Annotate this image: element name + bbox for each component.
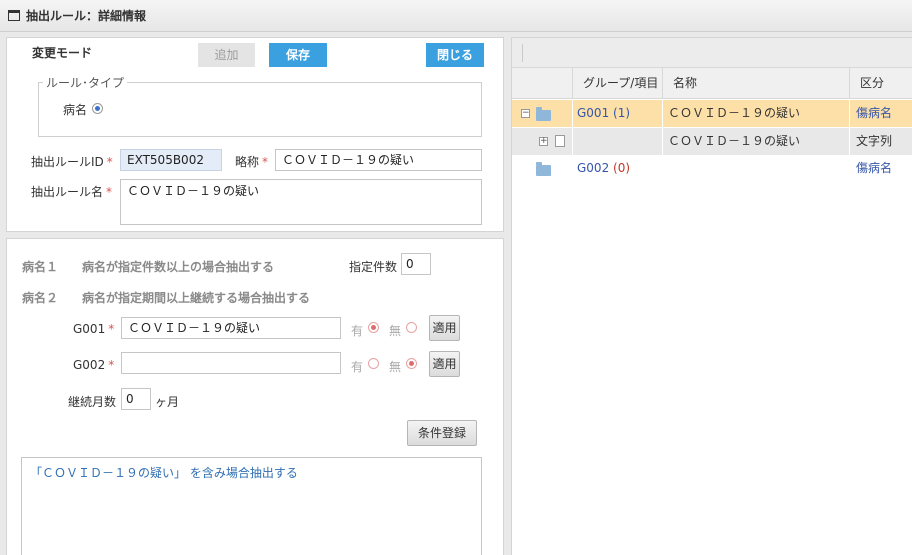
- months-unit: ヶ月: [155, 395, 180, 409]
- window-icon: [8, 10, 20, 21]
- cond1-text: 病名が指定件数以上の場合抽出する: [82, 260, 275, 274]
- g002-no-label: 無: [389, 360, 402, 374]
- grid-toolbar: [512, 38, 912, 68]
- row-kubun: 傷病名: [856, 161, 893, 175]
- expand-icon[interactable]: +: [539, 137, 548, 146]
- cond2-text: 病名が指定期間以上継続する場合抽出する: [82, 291, 311, 305]
- row-code: G002 (0): [577, 161, 631, 175]
- cond1-number: 病名１: [22, 260, 59, 274]
- mode-label: 変更モード: [32, 46, 93, 60]
- abbrev-label: 略称 *: [235, 155, 269, 169]
- count-label: 指定件数: [349, 260, 398, 274]
- count-field[interactable]: 0: [401, 253, 431, 275]
- row-name: ＣＯＶＩＤ－１９の疑い: [668, 134, 801, 148]
- collapse-icon[interactable]: −: [521, 109, 530, 118]
- close-button[interactable]: 閉じる: [426, 43, 484, 67]
- row-name: ＣＯＶＩＤ－１９の疑い: [668, 106, 801, 120]
- g002-field[interactable]: [121, 352, 341, 374]
- rule-type-legend: ルール･タイプ: [43, 74, 128, 91]
- grid-header: グループ/項目 名称 区分: [512, 68, 912, 99]
- row-code: G001 (1): [577, 106, 631, 120]
- months-label: 継続月数: [68, 395, 117, 409]
- rule-id-field[interactable]: EXT505B002: [120, 149, 222, 171]
- folder-icon: [536, 162, 551, 176]
- row-kubun: 傷病名: [856, 106, 893, 120]
- rule-name-field[interactable]: ＣＯＶＩＤ－１９の疑い: [120, 179, 482, 225]
- col-name-header[interactable]: 名称: [662, 68, 849, 99]
- folder-icon: [536, 107, 551, 121]
- row-kubun: 文字列: [856, 134, 893, 148]
- g001-field[interactable]: ＣＯＶＩＤ－１９の疑い: [121, 317, 341, 339]
- condition-panel: 病名１ 病名が指定件数以上の場合抽出する 指定件数 0 病名２ 病名が指定期間以…: [6, 238, 504, 555]
- g002-label: G002 *: [73, 358, 115, 372]
- g001-yes-radio[interactable]: [368, 322, 379, 333]
- g002-yes-label: 有: [351, 360, 364, 374]
- register-condition-button[interactable]: 条件登録: [407, 420, 477, 446]
- col-group-header[interactable]: グループ/項目: [572, 68, 662, 99]
- save-button[interactable]: 保存: [269, 43, 327, 67]
- rule-name-label: 抽出ルール名 *: [31, 185, 113, 199]
- cond2-number: 病名２: [22, 291, 59, 305]
- grid-row-g002[interactable]: G002 (0) 傷病名: [512, 155, 912, 182]
- grid-row-g001[interactable]: − G001 (1) ＣＯＶＩＤ－１９の疑い 傷病名: [512, 100, 912, 127]
- g002-no-radio[interactable]: [406, 358, 417, 369]
- g001-no-label: 無: [389, 324, 402, 338]
- abbrev-field[interactable]: ＣＯＶＩＤ－１９の疑い: [275, 149, 482, 171]
- grid-row-child[interactable]: + ＣＯＶＩＤ－１９の疑い 文字列: [512, 128, 912, 155]
- g001-label: G001 *: [73, 322, 115, 336]
- rule-id-label: 抽出ルールID *: [31, 155, 113, 169]
- g002-yes-radio[interactable]: [368, 358, 379, 369]
- document-icon: [555, 135, 565, 147]
- group-tree-grid: グループ/項目 名称 区分 − G001 (1) ＣＯＶＩＤ－１９の疑い 傷病名…: [511, 37, 912, 555]
- g001-yes-label: 有: [351, 324, 364, 338]
- g001-apply-button[interactable]: 適用: [429, 315, 460, 341]
- months-field[interactable]: 0: [121, 388, 151, 410]
- g002-apply-button[interactable]: 適用: [429, 351, 460, 377]
- col-kubun-header[interactable]: 区分: [849, 68, 912, 99]
- rule-type-option-label: 病名: [63, 103, 88, 117]
- add-button[interactable]: 追加: [198, 43, 255, 67]
- condition-result-text[interactable]: 「ＣＯＶＩＤ－１９の疑い」 を含み場合抽出する: [21, 457, 482, 555]
- rule-header-panel: 変更モード 追加 保存 閉じる ルール･タイプ 病名 抽出ルールID * EXT5…: [6, 37, 504, 232]
- window-titlebar: 抽出ルール：詳細情報: [0, 0, 912, 32]
- rule-type-radio[interactable]: [92, 103, 103, 114]
- g001-no-radio[interactable]: [406, 322, 417, 333]
- window-title: 抽出ルール：詳細情報: [26, 9, 147, 23]
